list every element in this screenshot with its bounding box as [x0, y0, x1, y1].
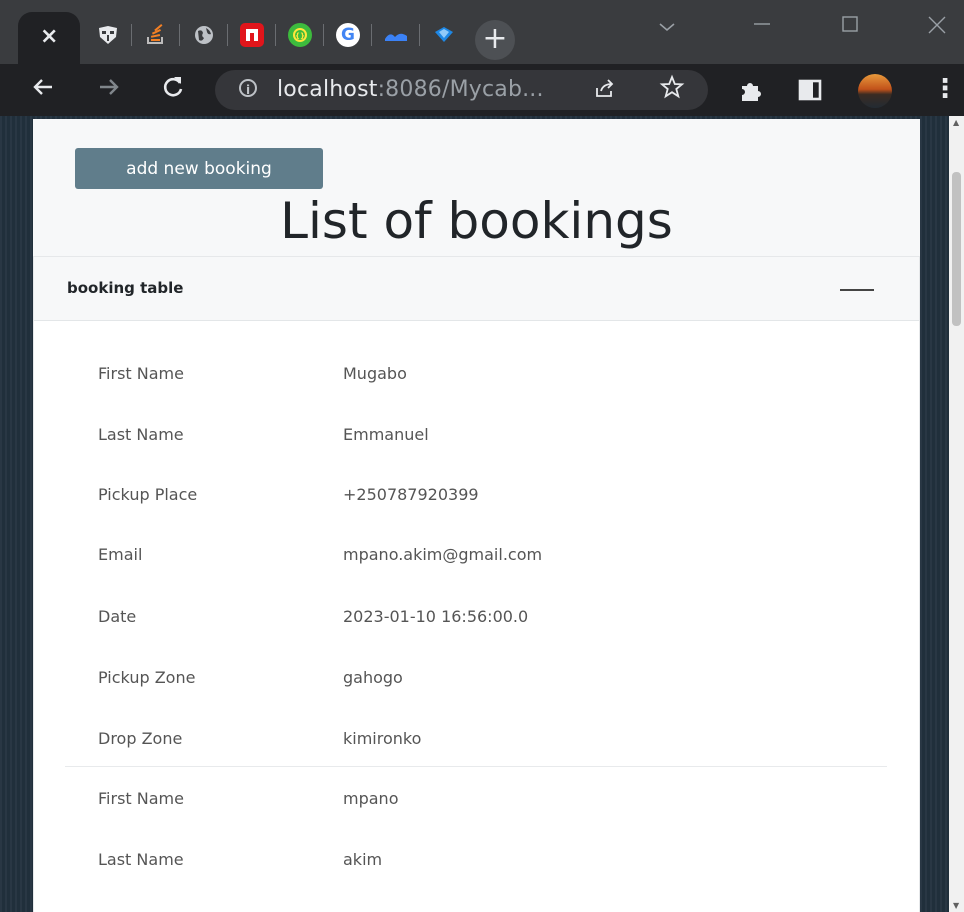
- field-value: Mugabo: [343, 364, 407, 383]
- tab-search-icon[interactable]: [657, 14, 677, 39]
- tab-stackoverflow[interactable]: [132, 16, 180, 56]
- field-label: Last Name: [98, 850, 184, 869]
- field-label: Pickup Zone: [98, 668, 196, 687]
- field-label: First Name: [98, 364, 184, 383]
- field-label: Pickup Place: [98, 485, 198, 504]
- blue-shield-icon: [432, 23, 456, 47]
- field-value: kimironko: [343, 729, 422, 748]
- bookmark-star-icon[interactable]: [659, 74, 685, 107]
- field-label: Drop Zone: [98, 729, 183, 748]
- page-container: add new booking List of bookings booking…: [33, 119, 920, 912]
- globe-icon: [192, 23, 216, 47]
- card-title: booking table: [67, 279, 184, 297]
- browser-toolbar: i localhost:8086/Mycab... ⋮: [0, 64, 964, 116]
- share-icon[interactable]: [593, 76, 617, 106]
- field-label: Date: [98, 607, 137, 626]
- svg-text:{}: {}: [295, 32, 305, 40]
- site-info-icon[interactable]: i: [239, 79, 257, 97]
- field-label: First Name: [98, 789, 184, 808]
- field-value: Emmanuel: [343, 425, 429, 444]
- page-viewport: add new booking List of bookings booking…: [0, 116, 949, 912]
- tab-strip: × {} G +: [0, 0, 964, 64]
- menu-kebab-icon[interactable]: ⋮: [932, 76, 958, 102]
- reload-icon[interactable]: [160, 74, 186, 107]
- close-tab-icon[interactable]: ×: [40, 24, 58, 50]
- stackoverflow-icon: [144, 23, 168, 47]
- new-tab-button[interactable]: +: [475, 20, 515, 60]
- url-rest: :8086/Mycab...: [377, 77, 544, 102]
- field-value: +250787920399: [343, 485, 479, 504]
- card-header[interactable]: booking table: [34, 257, 919, 321]
- field-value: akim: [343, 850, 383, 869]
- tab-wave[interactable]: [372, 16, 420, 56]
- blue-wave-icon: [384, 23, 408, 47]
- profile-avatar[interactable]: [858, 74, 892, 108]
- field-value: mpano.akim@gmail.com: [343, 545, 543, 564]
- booking-card: booking table First Name Mugabo Last Nam…: [33, 256, 920, 912]
- field-label: Last Name: [98, 425, 184, 444]
- scroll-up-icon[interactable]: ▲: [953, 118, 959, 127]
- scroll-down-icon[interactable]: ▼: [953, 901, 959, 910]
- field-value: mpano: [343, 789, 399, 808]
- add-new-booking-button[interactable]: add new booking: [75, 148, 323, 189]
- tab-red[interactable]: [228, 16, 276, 56]
- tab-shield[interactable]: [420, 16, 468, 56]
- side-panel-icon[interactable]: [796, 76, 824, 108]
- page-title: List of bookings: [280, 192, 673, 250]
- google-icon: G: [336, 23, 360, 47]
- url-host: localhost: [277, 77, 378, 102]
- field-value: gahogo: [343, 668, 403, 687]
- forward-icon[interactable]: [96, 74, 122, 107]
- red-square-icon: [240, 23, 264, 47]
- back-icon[interactable]: [30, 74, 56, 107]
- minimize-icon[interactable]: [752, 14, 772, 40]
- tab-green[interactable]: {}: [276, 16, 324, 56]
- address-bar[interactable]: i localhost:8086/Mycab...: [215, 70, 708, 110]
- mask-icon: [96, 23, 120, 47]
- window-close-icon[interactable]: [926, 14, 948, 42]
- scrollbar-thumb[interactable]: [952, 172, 961, 326]
- collapse-minus-icon[interactable]: [840, 289, 874, 291]
- tab-globe[interactable]: [180, 16, 228, 56]
- page-scrollbar[interactable]: ▲ ▼: [949, 116, 964, 912]
- booking-divider: [65, 766, 887, 767]
- extensions-puzzle-icon[interactable]: [738, 76, 766, 108]
- tab-google[interactable]: G: [324, 16, 372, 56]
- tab-active[interactable]: ×: [18, 12, 80, 64]
- field-label: Email: [98, 545, 143, 564]
- green-circle-icon: {}: [288, 23, 312, 47]
- tab-mask[interactable]: [84, 16, 132, 56]
- url-text[interactable]: localhost:8086/Mycab...: [277, 77, 544, 102]
- field-value: 2023-01-10 16:56:00.0: [343, 607, 529, 626]
- maximize-icon[interactable]: [840, 14, 860, 40]
